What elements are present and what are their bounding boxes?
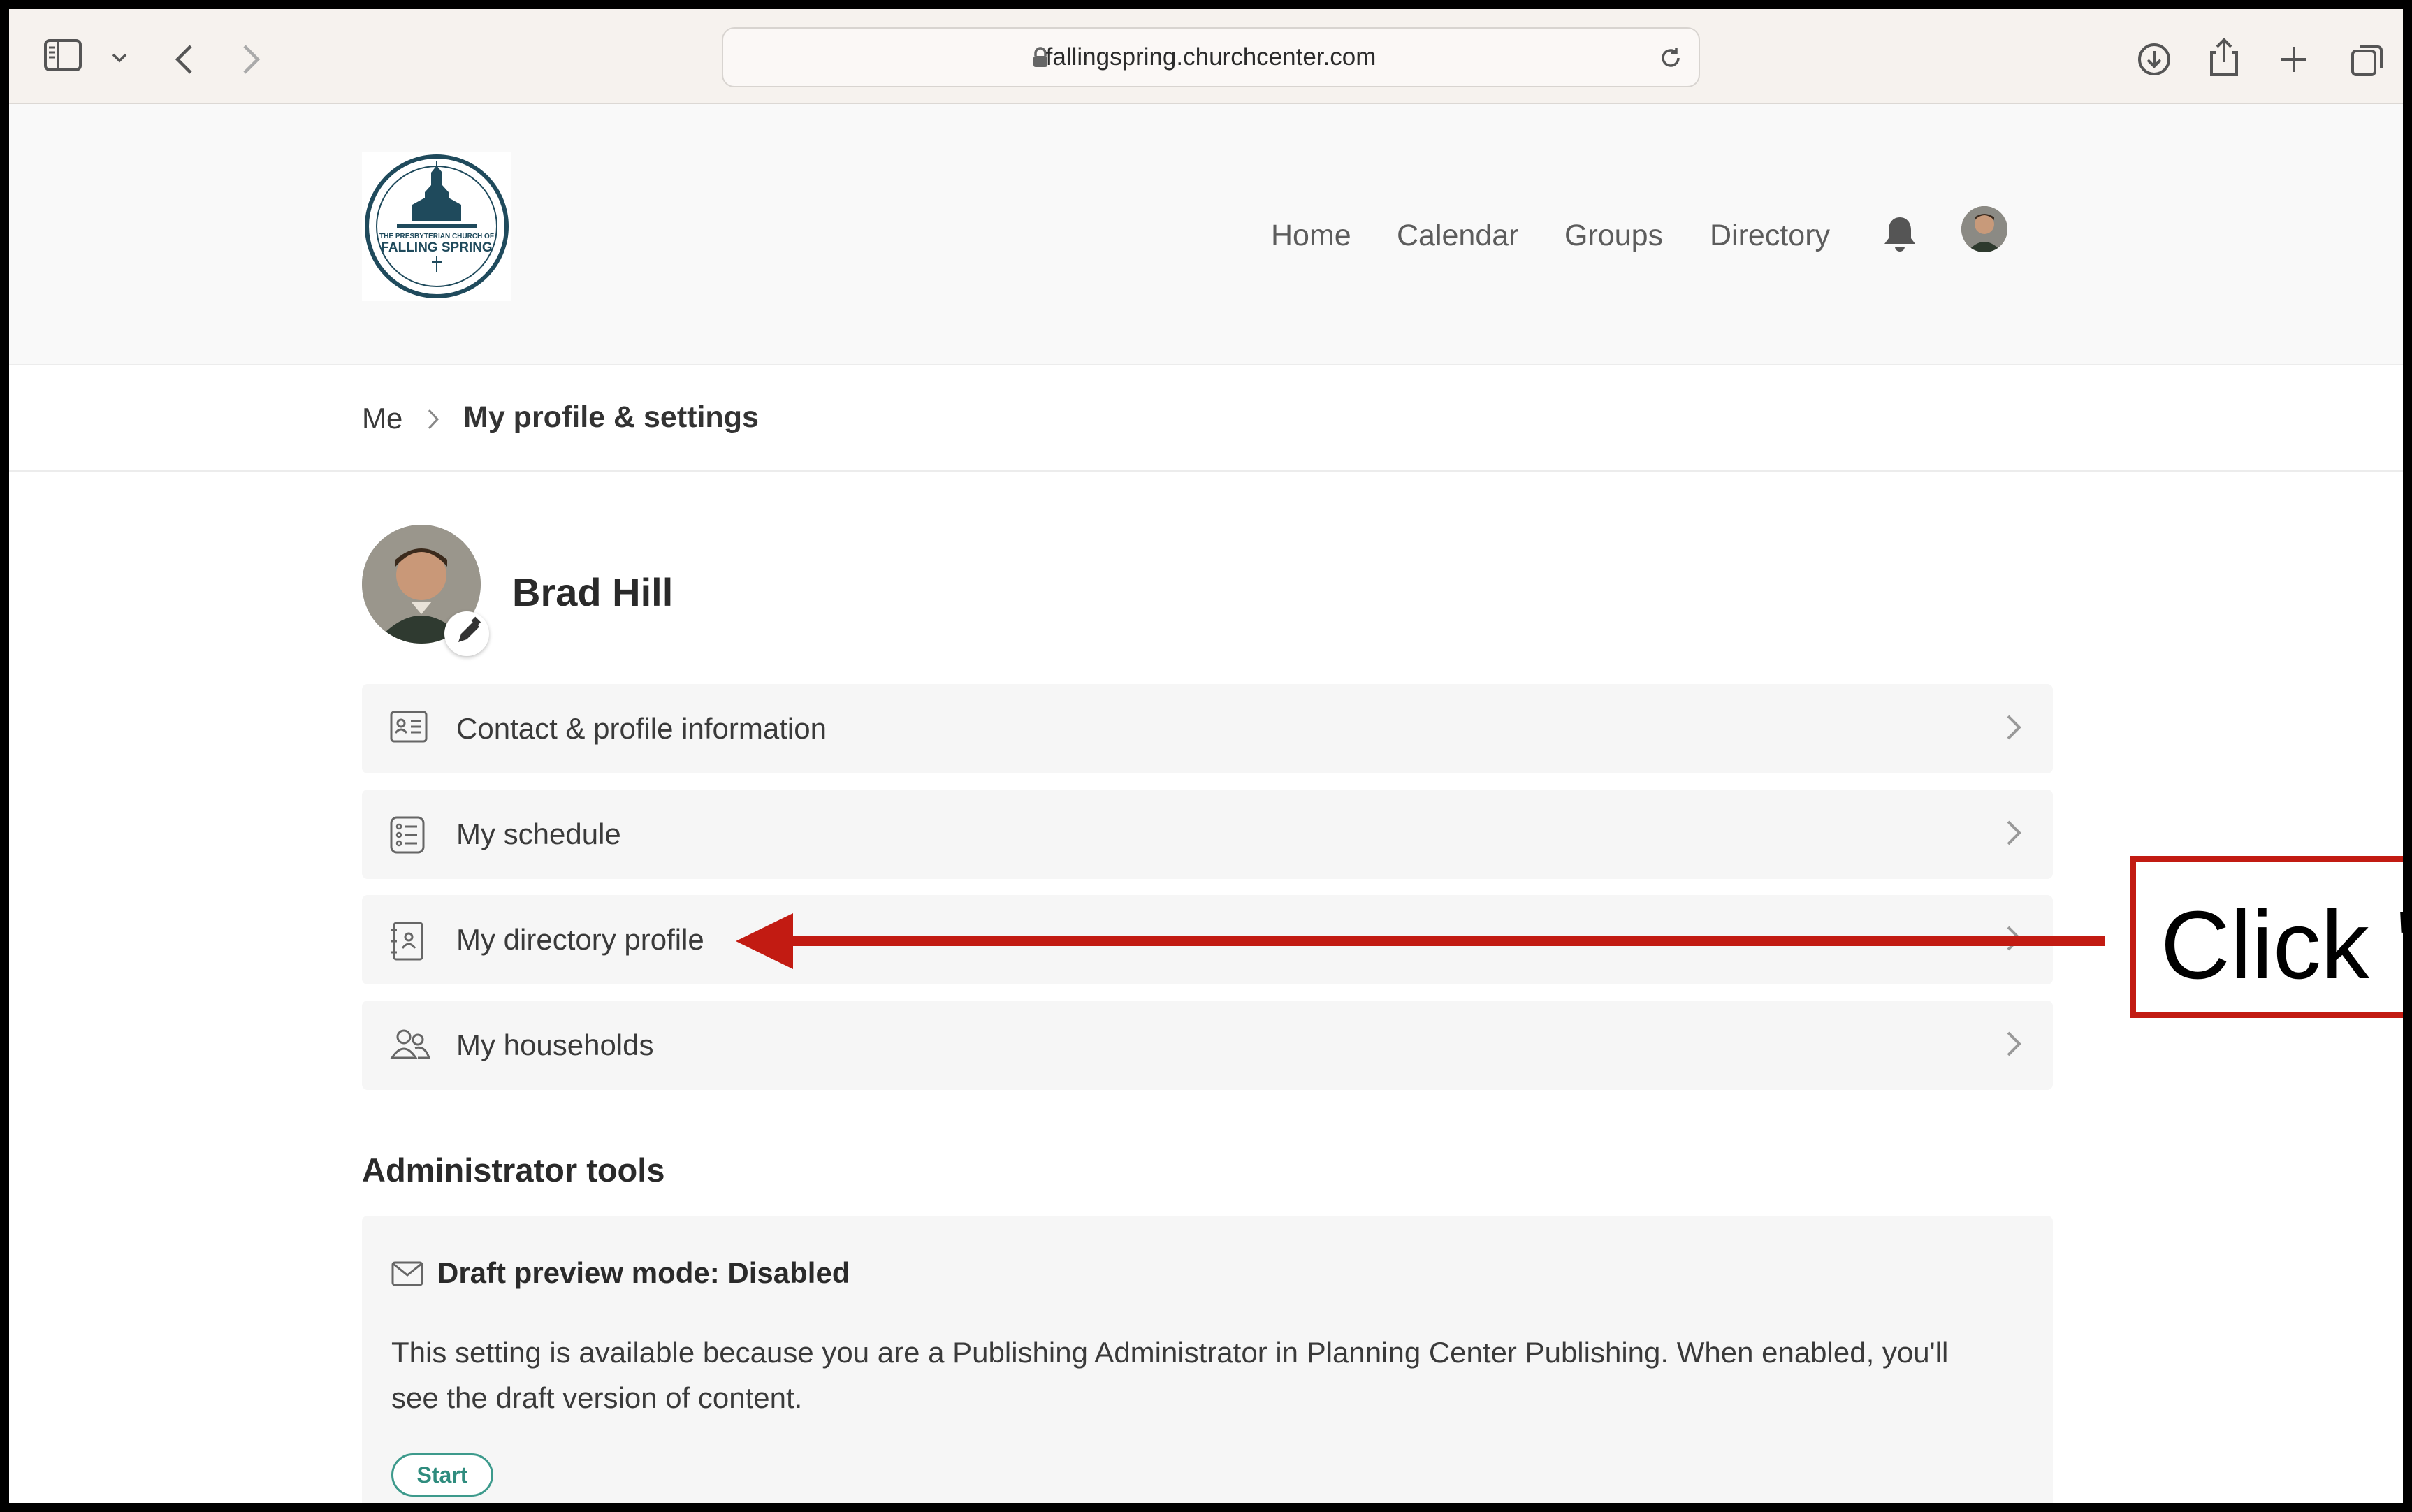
menu-label: My households (456, 1028, 654, 1061)
menu-my-schedule[interactable]: My schedule (362, 790, 2053, 879)
profile-name: Brad Hill (512, 570, 674, 614)
nav-calendar[interactable]: Calendar (1397, 219, 1519, 253)
menu-label: My directory profile (456, 923, 704, 956)
breadcrumb-me-link[interactable]: Me (362, 402, 402, 435)
browser-window: fallingspring.churchcenter.com THE PRESB… (9, 9, 2403, 1503)
breadcrumb: Me My profile & settings (9, 365, 2403, 472)
menu-my-households[interactable]: My households (362, 1001, 2053, 1090)
chevron-right-icon (426, 407, 440, 435)
list-icon (390, 816, 425, 857)
url-text: fallingspring.churchcenter.com (1045, 43, 1376, 71)
new-tab-icon[interactable] (2280, 45, 2308, 73)
start-button[interactable]: Start (391, 1453, 493, 1497)
page-title: My profile & settings (463, 400, 759, 434)
admin-tools-heading: Administrator tools (362, 1151, 665, 1188)
draft-preview-card: Draft preview mode: Disabled This settin… (362, 1216, 2053, 1503)
envelope-icon (391, 1261, 423, 1290)
menu-contact-profile-information[interactable]: Contact & profile information (362, 684, 2053, 773)
nav-directory[interactable]: Directory (1710, 219, 1830, 253)
directory-book-icon (390, 922, 425, 964)
chevron-right-icon (2005, 1030, 2022, 1061)
nav-home[interactable]: Home (1271, 219, 1351, 253)
draft-preview-title: Draft preview mode: Disabled (437, 1256, 850, 1289)
sidebar-toggle-icon[interactable] (44, 39, 82, 71)
nav-groups[interactable]: Groups (1564, 219, 1663, 253)
chevron-right-icon (2005, 819, 2022, 850)
tab-overview-icon[interactable] (2350, 43, 2385, 78)
svg-text:FALLING SPRING: FALLING SPRING (381, 240, 492, 255)
download-icon[interactable] (2137, 42, 2172, 77)
people-icon (390, 1027, 431, 1064)
annotation-callout: Click " (2130, 856, 2403, 1018)
menu-label: My schedule (456, 817, 621, 850)
back-icon[interactable] (174, 44, 194, 75)
chevron-down-icon[interactable] (111, 52, 128, 64)
chevron-right-icon (2005, 713, 2022, 745)
contact-card-icon (390, 711, 428, 746)
user-avatar[interactable] (1961, 206, 2007, 252)
annotation-arrow (736, 912, 2133, 978)
draft-preview-description: This setting is available because you ar… (391, 1336, 1949, 1414)
site-header: THE PRESBYTERIAN CHURCH OF FALLING SPRIN… (9, 104, 2403, 365)
forward-icon[interactable] (242, 44, 261, 75)
callout-text: Click " (2160, 892, 2403, 999)
reload-icon[interactable] (1658, 45, 1683, 74)
svg-text:THE PRESBYTERIAN CHURCH OF: THE PRESBYTERIAN CHURCH OF (379, 233, 494, 240)
bell-icon[interactable] (1880, 215, 1919, 257)
church-logo[interactable]: THE PRESBYTERIAN CHURCH OF FALLING SPRIN… (362, 152, 511, 301)
address-bar[interactable]: fallingspring.churchcenter.com (722, 27, 1700, 87)
browser-toolbar: fallingspring.churchcenter.com (9, 9, 2403, 104)
edit-avatar-button[interactable] (444, 611, 489, 656)
share-icon[interactable] (2209, 37, 2239, 78)
menu-label: Contact & profile information (456, 712, 827, 745)
